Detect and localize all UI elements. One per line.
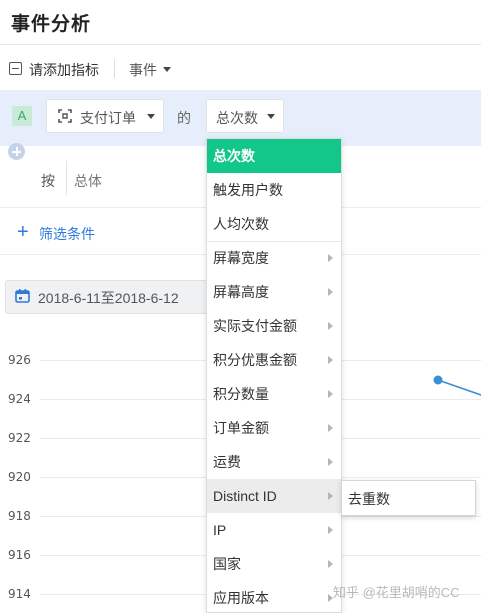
menu-item[interactable]: 屏幕高度 <box>207 275 341 309</box>
group-by-value: 总体 <box>74 173 102 189</box>
menu-item-label: 屏幕宽度 <box>213 250 269 266</box>
calendar-icon <box>15 289 30 303</box>
menu-item[interactable]: 触发用户数 <box>207 173 341 207</box>
collapse-icon[interactable] <box>9 62 22 75</box>
y-tick-label: 924 <box>8 392 31 406</box>
chevron-right-icon <box>328 288 333 296</box>
menu-item-label: 触发用户数 <box>213 182 283 198</box>
plus-icon[interactable]: + <box>17 222 29 242</box>
menu-item[interactable]: 应用版本 <box>207 581 341 612</box>
menu-item[interactable]: Distinct ID <box>207 479 341 513</box>
menu-item-label: 积分数量 <box>213 386 269 402</box>
menu-item[interactable]: 订单金额 <box>207 411 341 445</box>
header-divider <box>0 44 481 45</box>
menu-item-label: 实际支付金额 <box>213 318 297 334</box>
chevron-right-icon <box>328 356 333 364</box>
menu-item[interactable]: 实际支付金额 <box>207 309 341 343</box>
chevron-down-icon[interactable] <box>267 114 275 119</box>
add-metric-label[interactable]: 请添加指标 <box>29 60 99 80</box>
connector-label: 的 <box>177 110 191 126</box>
chevron-right-icon <box>328 390 333 398</box>
y-tick-label: 922 <box>8 431 31 445</box>
toolbar-separator <box>114 59 115 78</box>
data-point <box>433 375 443 385</box>
metric-select-value: 总次数 <box>216 110 258 126</box>
menu-item-label: 屏幕高度 <box>213 284 269 300</box>
menu-item-label: IP <box>213 522 227 538</box>
watermark: 知乎 @花里胡哨的CC <box>333 585 460 600</box>
menu-item[interactable]: 运费 <box>207 445 341 479</box>
add-metric-plus-icon[interactable] <box>8 143 25 160</box>
menu-item[interactable]: 总次数 <box>207 139 341 173</box>
y-tick-label: 926 <box>8 353 31 367</box>
menu-item[interactable]: IP <box>207 513 341 547</box>
menu-item[interactable]: 人均次数 <box>207 207 341 241</box>
submenu-item-distinct[interactable]: 去重数 <box>348 489 390 509</box>
chevron-right-icon <box>328 322 333 330</box>
chevron-down-icon[interactable] <box>147 114 155 119</box>
chevron-right-icon <box>328 492 333 500</box>
metric-dropdown-menu: 总次数触发用户数人均次数屏幕宽度屏幕高度实际支付金额 积分优惠金额 积分数量订单金额… <box>206 138 342 613</box>
date-range-text: 2018-6-11至2018-6-12 <box>38 290 179 306</box>
menu-item-label: 订单金额 <box>213 420 269 436</box>
menu-item-label: 国家 <box>213 556 241 572</box>
series-line <box>437 379 481 396</box>
menu-item[interactable]: 国家 <box>207 547 341 581</box>
menu-item[interactable]: 积分优惠金额 <box>207 343 341 377</box>
y-tick-label: 920 <box>8 470 31 484</box>
menu-item-label: Distinct ID <box>213 488 277 504</box>
chevron-right-icon <box>328 560 333 568</box>
menu-item-label: 积分优惠金额 <box>213 352 297 368</box>
chevron-right-icon <box>328 458 333 466</box>
add-filter-button[interactable]: 筛选条件 <box>39 224 95 244</box>
menu-item-label: 应用版本 <box>213 590 269 606</box>
menu-item-label: 人均次数 <box>213 216 269 232</box>
chevron-down-icon[interactable] <box>163 67 171 72</box>
metric-badge: A <box>12 106 32 126</box>
menu-item-label: 总次数 <box>213 148 255 164</box>
menu-item[interactable]: 屏幕宽度 <box>207 241 341 275</box>
events-dropdown[interactable]: 事件 <box>129 60 157 80</box>
scan-icon <box>58 109 72 123</box>
event-select-value: 支付订单 <box>80 110 136 126</box>
y-tick-label: 918 <box>8 509 31 523</box>
menu-item[interactable]: 积分数量 <box>207 377 341 411</box>
chevron-right-icon <box>328 254 333 262</box>
menu-item-label: 运费 <box>213 454 241 470</box>
page-title: 事件分析 <box>11 14 92 35</box>
group-by-label: 按 <box>41 173 55 189</box>
y-tick-label: 916 <box>8 548 31 562</box>
line-series <box>433 375 481 396</box>
chevron-right-icon <box>328 526 333 534</box>
y-tick-label: 914 <box>8 587 31 601</box>
chevron-right-icon <box>328 424 333 432</box>
